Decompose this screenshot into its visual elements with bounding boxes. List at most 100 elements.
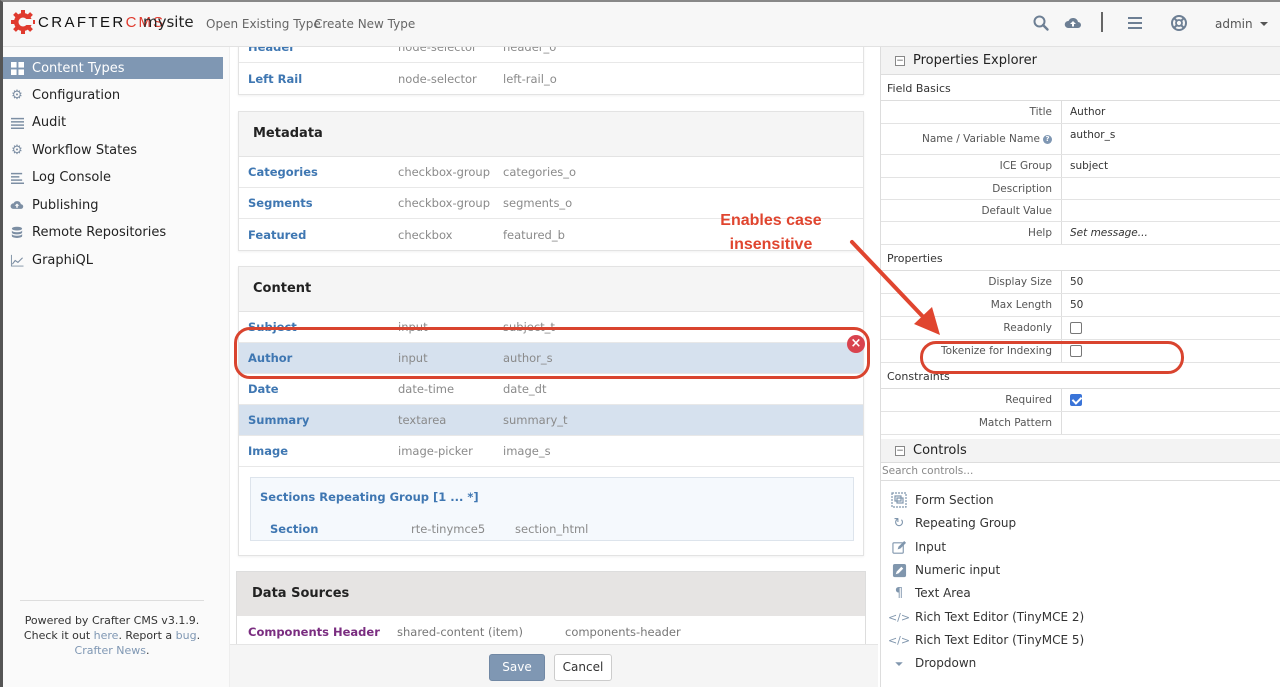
here-link[interactable]: here xyxy=(94,629,119,642)
field-row[interactable]: Summary textarea summary_t xyxy=(239,405,863,436)
data-sources-panel: Data Sources Components Header shared-co… xyxy=(236,571,866,647)
section-title: Content xyxy=(239,267,863,312)
bug-link[interactable]: bug xyxy=(176,629,197,642)
annotation-callout: Enables case insensitive xyxy=(720,212,822,253)
top-navigation-bar: CRAFTERCMS mysite Open Existing Type Cre… xyxy=(0,0,1280,47)
ice-group-input[interactable]: subject xyxy=(1061,155,1280,177)
prop-readonly[interactable]: Readonly xyxy=(881,317,1280,340)
sidebar: Content Types ⚙ Configuration Audit ⚙ Wo… xyxy=(0,47,230,687)
sidebar-item-log-console[interactable]: Log Console xyxy=(0,166,223,188)
crafter-cms-logo[interactable]: CRAFTERCMS xyxy=(10,9,165,35)
sidebar-item-configuration[interactable]: ⚙ Configuration xyxy=(0,84,223,106)
sidebar-item-label: Content Types xyxy=(32,60,125,76)
sidebar-item-label: GraphiQL xyxy=(32,252,93,268)
collapse-icon[interactable]: − xyxy=(895,445,905,456)
control-form-section[interactable]: Form Section xyxy=(891,489,994,511)
sidebar-item-publishing[interactable]: Publishing xyxy=(0,194,223,216)
form-section-content[interactable]: Content Subject input subject_t Author i… xyxy=(238,266,865,556)
sidebar-item-label: Remote Repositories xyxy=(32,224,167,240)
search-icon[interactable] xyxy=(1032,14,1050,32)
field-row[interactable]: Image image-picker image_s xyxy=(239,436,863,467)
form-section-icon xyxy=(891,492,907,508)
section-title: Metadata xyxy=(239,112,863,157)
database-icon xyxy=(10,225,24,239)
field-row[interactable]: Header node-selector header_o xyxy=(239,47,863,63)
sidebar-item-remote-repositories[interactable]: Remote Repositories xyxy=(0,221,223,243)
create-new-type-link[interactable]: Create New Type xyxy=(314,17,415,31)
cloud-upload-icon[interactable] xyxy=(1064,14,1082,32)
caret-down-icon xyxy=(891,655,907,671)
site-name[interactable]: mysite xyxy=(143,13,194,31)
paragraph-icon: ¶ xyxy=(894,585,904,601)
sidebar-item-content-types[interactable]: Content Types xyxy=(0,57,223,79)
sidebar-item-workflow-states[interactable]: ⚙ Workflow States xyxy=(0,139,223,161)
help-message-input[interactable]: Set message... xyxy=(1061,222,1280,244)
control-dropdown[interactable]: Dropdown xyxy=(891,652,976,674)
prop-match-pattern[interactable]: Match Pattern xyxy=(881,412,1280,435)
prop-display-size[interactable]: Display Size 50 xyxy=(881,271,1280,294)
save-button[interactable]: Save xyxy=(489,654,545,681)
prop-description[interactable]: Description xyxy=(881,178,1280,200)
field-row[interactable]: Left Rail node-selector left-rail_o xyxy=(239,63,863,94)
open-existing-type-link[interactable]: Open Existing Type xyxy=(206,17,321,31)
sidebar-item-label: Publishing xyxy=(32,197,99,213)
prop-title[interactable]: Title Author xyxy=(881,101,1280,124)
data-source-row[interactable]: Components Header shared-content (item) … xyxy=(237,616,865,646)
field-basics-label: Field Basics xyxy=(881,75,1280,101)
match-pattern-input[interactable] xyxy=(1061,412,1280,434)
list-icon xyxy=(10,115,24,129)
prop-variable-name[interactable]: Name / Variable Name? author_s xyxy=(881,124,1280,155)
repeating-group-title: Sections Repeating Group [1 ... *] xyxy=(260,490,479,504)
repeating-group[interactable]: Sections Repeating Group [1 ... *] Secti… xyxy=(250,477,854,541)
variable-name-input[interactable]: author_s xyxy=(1061,124,1280,154)
collapse-icon[interactable]: − xyxy=(895,55,905,66)
prop-max-length[interactable]: Max Length 50 xyxy=(881,294,1280,317)
display-size-input[interactable]: 50 xyxy=(1061,271,1280,293)
control-rte-tinymce2[interactable]: </> Rich Text Editor (TinyMCE 2) xyxy=(887,606,1084,628)
sidebar-item-label: Log Console xyxy=(32,169,111,185)
grid-icon xyxy=(10,61,24,75)
control-numeric-input[interactable]: Numeric input xyxy=(891,559,1000,581)
annotation-highlight-tokenize xyxy=(920,341,1184,374)
controls-header[interactable]: − Controls xyxy=(881,439,1280,463)
crafter-news-link[interactable]: Crafter News xyxy=(75,644,146,657)
control-text-area[interactable]: ¶ Text Area xyxy=(891,582,971,604)
sidebar-item-label: Configuration xyxy=(32,87,121,103)
prop-help[interactable]: Help Set message... xyxy=(881,222,1280,245)
prop-default-value[interactable]: Default Value xyxy=(881,200,1280,222)
cancel-button[interactable]: Cancel xyxy=(554,654,612,681)
sidebar-item-label: Workflow States xyxy=(32,142,138,158)
editor-footer: Save Cancel xyxy=(230,644,878,687)
required-checkbox[interactable] xyxy=(1070,394,1082,406)
sidebar-footer: Powered by Crafter CMS v3.1.9. Check it … xyxy=(20,600,204,658)
edit-icon xyxy=(891,539,907,555)
annotation-highlight-author-row xyxy=(234,327,870,379)
control-input[interactable]: Input xyxy=(891,536,946,558)
help-icon[interactable]: ? xyxy=(1043,134,1052,144)
code-icon: </> xyxy=(887,610,911,624)
control-rte-tinymce5[interactable]: </> Rich Text Editor (TinyMCE 5) xyxy=(888,629,1084,651)
max-length-input[interactable]: 50 xyxy=(1061,294,1280,316)
description-input[interactable] xyxy=(1061,178,1280,199)
control-repeating-group[interactable]: ↻ Repeating Group xyxy=(891,512,1017,534)
title-input[interactable]: Author xyxy=(1061,101,1280,123)
default-value-input[interactable] xyxy=(1061,200,1280,221)
properties-explorer-header[interactable]: − Properties Explorer xyxy=(881,47,1280,75)
user-menu[interactable]: admin xyxy=(1215,17,1253,31)
gear-logo-icon xyxy=(11,10,35,34)
user-menu-caret-icon[interactable] xyxy=(1260,22,1268,26)
toolbar-divider xyxy=(1101,12,1103,32)
readonly-checkbox[interactable] xyxy=(1070,322,1082,334)
help-lifebuoy-icon[interactable] xyxy=(1170,14,1188,32)
sidebar-item-audit[interactable]: Audit xyxy=(0,111,223,133)
field-row[interactable]: Categories checkbox-group categories_o xyxy=(239,157,863,188)
search-controls-input[interactable]: Search controls... xyxy=(881,463,1280,481)
properties-label: Properties xyxy=(881,245,1280,271)
sidebar-item-graphiql[interactable]: GraphiQL xyxy=(0,249,223,271)
repeat-icon: ↻ xyxy=(893,515,905,531)
menu-icon[interactable] xyxy=(1126,14,1144,32)
prop-ice-group[interactable]: ICE Group subject xyxy=(881,155,1280,178)
edit-filled-icon xyxy=(891,562,907,578)
prop-required[interactable]: Required xyxy=(881,389,1280,412)
cloud-upload-icon xyxy=(10,198,24,212)
